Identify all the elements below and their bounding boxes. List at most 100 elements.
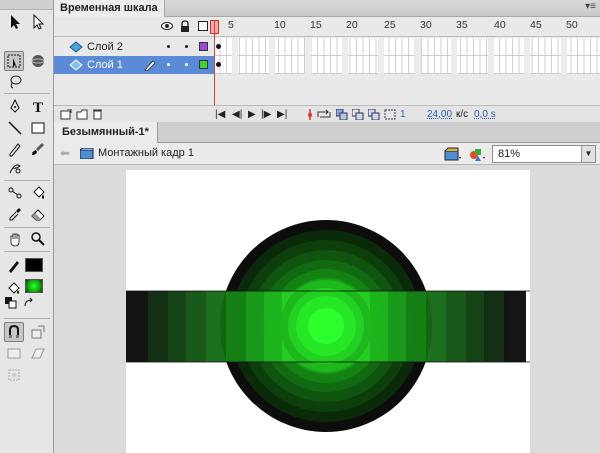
frame-5-cell [487, 56, 494, 74]
layer-row[interactable]: Слой 1 [54, 56, 600, 74]
stroke-color-swatch[interactable] [25, 258, 43, 272]
fill-color-icon[interactable] [4, 278, 24, 298]
document-tab[interactable]: Безымянный-1* [54, 122, 158, 143]
back-arrow-icon[interactable]: ⬅ [60, 146, 70, 160]
stage-artwork[interactable] [126, 170, 530, 453]
loop-icon[interactable] [316, 109, 332, 123]
keyframe-marker[interactable] [216, 62, 221, 67]
scene-icon [79, 147, 94, 160]
layer-name-area[interactable]: Слой 1 [54, 56, 214, 74]
frame-5-cell [341, 38, 348, 56]
edit-scene-icon[interactable] [444, 146, 462, 162]
frame-5-cell [341, 56, 348, 74]
pasteboard[interactable] [54, 165, 600, 453]
black-white-icon[interactable] [4, 296, 18, 310]
frame-5-cell [487, 38, 494, 56]
lasso-tool-icon[interactable] [5, 72, 25, 92]
next-frame-icon[interactable]: |▶ [261, 109, 271, 120]
frame-5-cell [414, 56, 421, 74]
eraser-tool-icon[interactable] [28, 204, 48, 224]
layer-row[interactable]: Слой 2 [54, 38, 600, 56]
hand-tool-icon[interactable] [5, 229, 25, 249]
stroke-color-icon[interactable] [4, 256, 24, 276]
layer-frames[interactable] [214, 38, 600, 56]
frame-rate[interactable]: 24,00 [427, 109, 452, 120]
new-folder-icon[interactable] [76, 109, 88, 123]
modify-markers-icon[interactable] [384, 109, 396, 123]
prev-frame-icon[interactable]: ◀| [232, 109, 242, 120]
bone-tool-icon[interactable] [5, 183, 25, 203]
timeline-tab[interactable]: Временная шкала [54, 0, 165, 17]
lock-dot[interactable] [185, 63, 188, 66]
layer-frames[interactable] [214, 56, 600, 74]
frame-5-cell [305, 38, 311, 56]
panel-menu-icon[interactable]: ▾≡ [585, 1, 596, 12]
delete-layer-icon[interactable] [92, 108, 103, 123]
swap-colors-icon[interactable] [22, 296, 36, 310]
tool-separator [4, 318, 50, 319]
first-frame-icon[interactable]: |◀ [215, 109, 225, 120]
subselection-tool-icon[interactable] [28, 12, 48, 32]
tool-separator [4, 251, 50, 252]
edit-symbols-icon[interactable] [468, 146, 486, 162]
last-frame-icon[interactable]: ▶| [277, 109, 287, 120]
zoom-value: 81% [498, 148, 521, 160]
pencil-tool-icon[interactable] [5, 139, 25, 159]
frame-5-cell [378, 56, 384, 74]
layer-icon [69, 59, 83, 71]
ruler-frame-number: 30 [420, 19, 432, 31]
layer-name: Слой 1 [87, 59, 123, 71]
smooth-option-icon[interactable] [4, 343, 24, 363]
rectangle-tool-icon[interactable] [28, 118, 48, 138]
edit-multiple-icon[interactable] [367, 108, 380, 123]
paint-bucket-tool-icon[interactable] [28, 183, 48, 203]
frame-5-cell [524, 56, 530, 74]
visibility-dot[interactable] [167, 45, 170, 48]
eye-icon[interactable] [161, 21, 173, 34]
eyedropper-tool-icon[interactable] [5, 204, 25, 224]
timeline-panel: Временная шкала ▾≡ 5 10 15 20 25 30 35 4… [54, 0, 600, 122]
straighten-option-icon[interactable] [28, 343, 48, 363]
zoom-select[interactable]: 81% ▼ [492, 145, 596, 163]
outline-icon[interactable] [198, 21, 208, 31]
tool-separator [4, 180, 50, 181]
snap-option-icon[interactable] [28, 322, 48, 342]
frame-5-cell [560, 38, 567, 56]
play-icon[interactable]: ▶ [248, 109, 256, 120]
elapsed-time[interactable]: 0,0 s [474, 109, 496, 120]
stage[interactable] [126, 170, 530, 453]
new-layer-icon[interactable] [60, 108, 72, 123]
center-frame-icon[interactable] [304, 109, 316, 123]
line-tool-icon[interactable] [5, 118, 25, 138]
deco-tool-icon[interactable] [5, 158, 25, 178]
3d-rotation-tool-icon[interactable] [28, 51, 48, 71]
brush-tool-icon[interactable] [28, 139, 48, 159]
lock-icon[interactable] [180, 20, 190, 35]
visibility-dot[interactable] [167, 63, 170, 66]
keyframe-marker[interactable] [216, 44, 221, 49]
layer-outline-color[interactable] [199, 42, 208, 51]
free-transform-tool-icon[interactable] [4, 51, 24, 71]
fill-color-swatch[interactable] [25, 279, 43, 293]
lock-dot[interactable] [185, 45, 188, 48]
text-tool-icon[interactable]: T [28, 96, 48, 116]
ruler-frame-number: 40 [494, 19, 506, 31]
current-frame[interactable]: 1 [400, 109, 406, 120]
layer-name: Слой 2 [87, 41, 123, 53]
tools-panel-grip[interactable] [0, 0, 53, 10]
flash-app-window: T Временная шкала ▾≡ 5 10 15 20 25 30 35… [0, 0, 600, 453]
zoom-tool-icon[interactable] [28, 229, 48, 249]
frame-5-cell [268, 56, 275, 74]
onion-outline-icon[interactable] [351, 108, 364, 123]
selection-tool-icon[interactable] [5, 12, 25, 32]
object-drawing-icon[interactable] [4, 322, 24, 342]
pen-tool-icon[interactable] [5, 96, 25, 116]
ruler-frame-number: 10 [274, 19, 286, 31]
onion-skin-icon[interactable] [335, 108, 348, 123]
layer-name-area[interactable]: Слой 2 [54, 38, 214, 56]
layer-outline-color[interactable] [199, 60, 208, 69]
timeline-footer: |◀ ◀| ▶ |▶ ▶| 1 24,00 к/с 0,0 s [54, 105, 600, 122]
transform-option-icon[interactable] [4, 365, 24, 385]
chevron-down-icon[interactable]: ▼ [581, 146, 595, 162]
ruler-frame-number: 50 [566, 19, 578, 31]
